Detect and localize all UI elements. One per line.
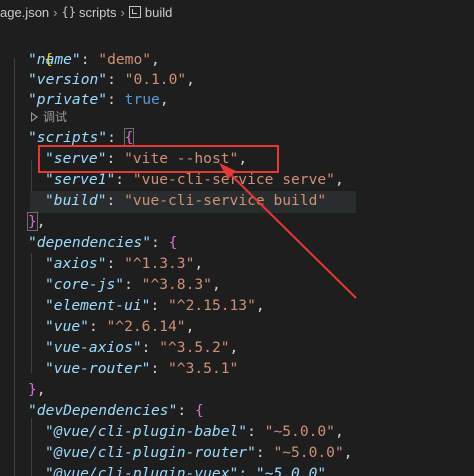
code-line[interactable]: "axios": "^1.3.3", <box>45 254 203 274</box>
json-string: "vue-cli-service build" <box>124 192 327 209</box>
indent-guide <box>14 58 15 476</box>
code-line[interactable]: "vue-router": "^3.5.1" <box>45 359 238 379</box>
code-line[interactable]: "build": "vue-cli-service build" <box>45 191 326 211</box>
breadcrumb-file[interactable]: age.json <box>0 5 49 20</box>
code-line[interactable]: }, <box>28 380 46 400</box>
json-key: "vue" <box>45 318 89 335</box>
code-line-partial[interactable]: "@vue/cli-plugin-vuex": "~5.0.0" <box>45 464 326 476</box>
json-key: "build" <box>45 192 107 209</box>
symbol-method-icon <box>128 6 141 18</box>
json-key: "@vue/cli-plugin-router" <box>45 444 256 461</box>
json-key: "vue-router" <box>45 360 151 377</box>
play-icon <box>31 112 38 122</box>
json-key: "scripts" <box>28 129 108 146</box>
annotation-highlight-box <box>38 145 279 173</box>
code-line[interactable]: "@vue/cli-plugin-router": "~5.0.0", <box>45 443 353 463</box>
indent-guide <box>31 418 32 476</box>
breadcrumb-build[interactable]: build <box>128 4 173 20</box>
breadcrumb-build-label: build <box>144 4 173 20</box>
code-line[interactable]: "vue-axios": "^3.5.2", <box>45 338 238 358</box>
json-key: "devDependencies" <box>28 402 178 419</box>
code-line[interactable]: "serve1": "vue-cli-service serve", <box>45 170 344 190</box>
json-key: "private" <box>28 91 108 108</box>
breadcrumb-scripts-label: scripts <box>78 4 117 20</box>
json-string: "^2.6.14" <box>106 318 186 335</box>
json-string: "~5.0.0" <box>273 444 344 461</box>
json-string: "demo" <box>98 51 152 68</box>
json-string: "^1.3.3" <box>124 255 195 272</box>
breadcrumb-scripts[interactable]: {} scripts <box>62 5 117 20</box>
code-line[interactable]: "core-js": "^3.8.3", <box>45 275 221 295</box>
json-boolean: true <box>124 91 160 108</box>
json-string: "^3.8.3" <box>141 276 212 293</box>
json-text: "@vue/cli-plugin-vuex": "~5.0.0" <box>45 465 327 476</box>
indent-guide <box>31 253 32 373</box>
breadcrumb: age.json › {} scripts › build <box>0 0 474 24</box>
json-key: "version" <box>28 71 108 88</box>
code-line[interactable]: "devDependencies": { <box>28 401 204 421</box>
brace-open: { <box>194 402 204 419</box>
json-key: "serve1" <box>45 171 116 188</box>
chevron-right-icon: › <box>53 4 58 20</box>
json-key: "axios" <box>45 255 107 272</box>
code-line[interactable]: }, <box>27 212 46 232</box>
chevron-right-icon: › <box>120 4 125 20</box>
code-line[interactable]: "element-ui": "^2.15.13", <box>45 296 265 316</box>
json-key: "name" <box>28 51 81 68</box>
code-line[interactable]: "@vue/cli-plugin-babel": "~5.0.0", <box>45 422 344 442</box>
code-line[interactable]: "vue": "^2.6.14", <box>45 317 194 337</box>
code-line[interactable]: "version": "0.1.0", <box>28 70 195 90</box>
json-key: "element-ui" <box>45 297 151 314</box>
code-line[interactable]: "name": "demo", <box>28 50 160 70</box>
json-key: "vue-axios" <box>45 339 142 356</box>
json-braces-icon: {} <box>61 5 76 19</box>
json-string: "^2.15.13" <box>168 297 256 314</box>
brace-close: } <box>27 212 38 231</box>
json-key: "@vue/cli-plugin-babel" <box>45 423 248 440</box>
json-key: "dependencies" <box>28 234 152 251</box>
json-string: "0.1.0" <box>124 71 187 88</box>
code-editor[interactable]: age.json › {} scripts › build { "name": … <box>0 0 474 476</box>
json-key: "core-js" <box>45 276 125 293</box>
breadcrumb-file-label: age.json <box>0 4 50 20</box>
code-line[interactable]: "private": true, <box>28 90 169 110</box>
debug-codelens-label: 调试 <box>43 110 68 124</box>
code-line[interactable]: { <box>9 30 53 68</box>
code-line[interactable]: "dependencies": { <box>28 233 177 253</box>
json-string: "^3.5.1" <box>168 360 239 377</box>
json-string: "~5.0.0" <box>264 423 335 440</box>
brace-open: { <box>123 128 135 147</box>
json-string: "^3.5.2" <box>159 339 230 356</box>
brace-close: } <box>28 381 37 398</box>
debug-codelens[interactable]: 调试 <box>31 109 67 125</box>
brace-open: { <box>168 234 178 251</box>
json-string: "vue-cli-service serve" <box>132 171 335 188</box>
